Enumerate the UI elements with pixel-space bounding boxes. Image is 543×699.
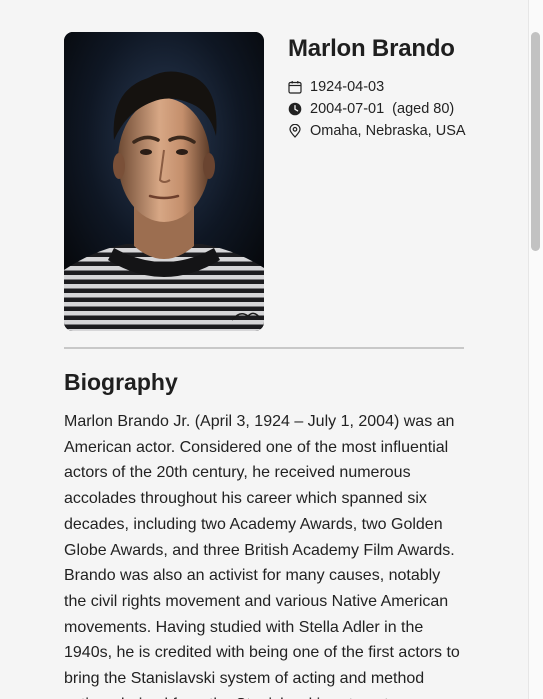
person-portrait	[64, 32, 264, 331]
age-at-death: (aged 80)	[392, 101, 455, 117]
biography-text: Marlon Brando Jr. (April 3, 1924 – July …	[64, 413, 460, 699]
clock-icon	[288, 102, 302, 116]
person-info: Marlon Brando 1924-04-03 2004-07-01 (aged…	[288, 34, 518, 142]
scrollbar-thumb[interactable]	[531, 32, 540, 251]
birth-date: 1924-04-03	[310, 79, 385, 95]
biography-heading: Biography	[64, 369, 178, 395]
death-date-row: 2004-07-01 (aged 80)	[288, 98, 518, 120]
person-name: Marlon Brando	[288, 35, 455, 62]
map-pin-icon	[288, 124, 302, 138]
portrait-image	[64, 32, 264, 331]
death-date: 2004-07-01	[310, 101, 385, 117]
calendar-icon	[288, 80, 302, 94]
birth-date-row: 1924-04-03	[288, 76, 518, 98]
birthplace: Omaha, Nebraska, USA	[310, 123, 466, 139]
person-facts: 1924-04-03 2004-07-01 (aged 80) Omaha, Ne…	[288, 76, 518, 142]
person-detail-page: Marlon Brando 1924-04-03 2004-07-01 (aged…	[0, 0, 528, 699]
birthplace-row: Omaha, Nebraska, USA	[288, 120, 518, 142]
section-divider	[64, 347, 464, 349]
